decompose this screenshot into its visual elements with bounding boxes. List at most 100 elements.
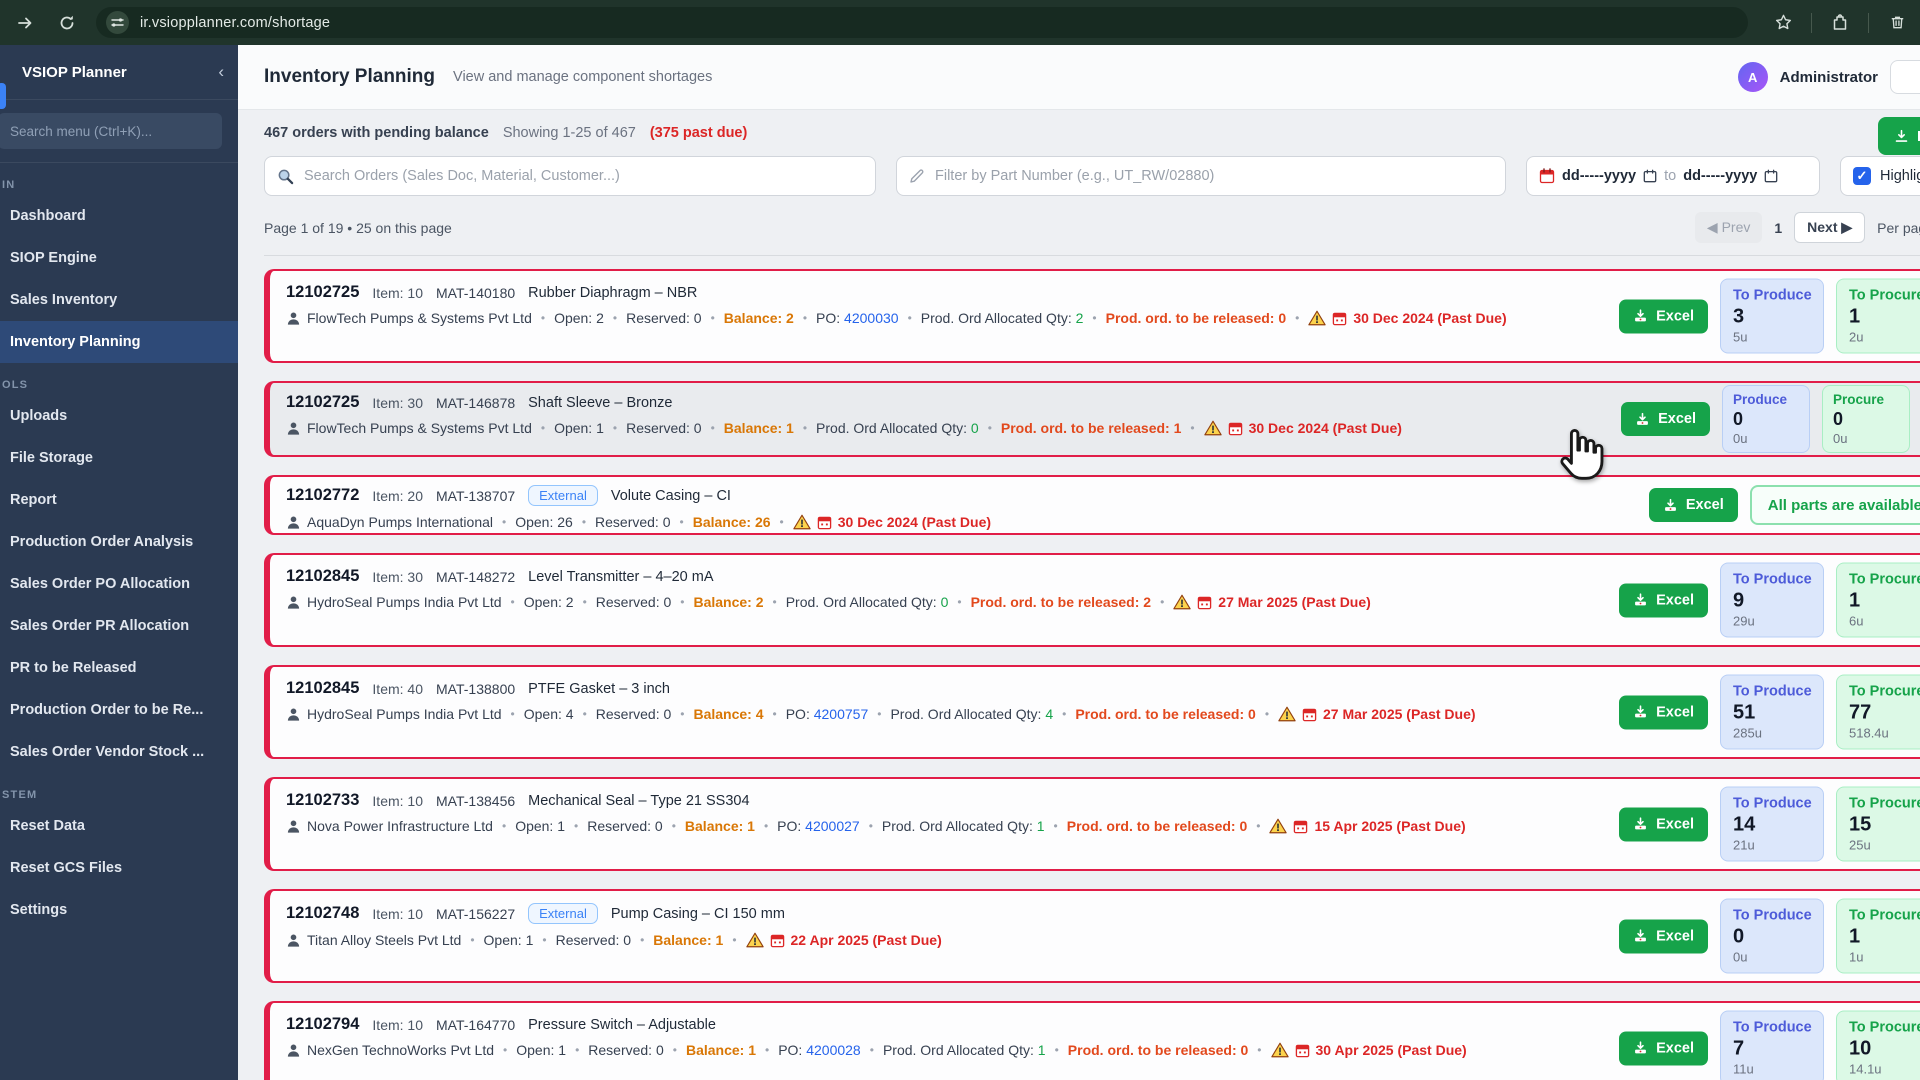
- part-filter-input[interactable]: [935, 168, 1493, 184]
- search-orders-input[interactable]: [304, 168, 863, 184]
- sidebar-item-reset-data[interactable]: Reset Data: [0, 805, 238, 847]
- order-card[interactable]: 12102794 Item: 10 MAT-164770 Pressure Switc…: [264, 1001, 1920, 1080]
- allocated-qty-field: Prod. Ord Allocated Qty: 0: [786, 594, 949, 610]
- sidebar-item-dashboard[interactable]: Dashboard: [0, 195, 238, 237]
- po-number[interactable]: 4200028: [806, 1042, 861, 1058]
- sidebar-item-sales-order-pr-allocation[interactable]: Sales Order PR Allocation: [0, 605, 238, 647]
- prev-page-button[interactable]: ◀ Prev: [1694, 212, 1763, 243]
- excel-export-button[interactable]: Excel: [1619, 1031, 1708, 1065]
- to-procure-badge-units: 518.4u: [1849, 725, 1889, 741]
- date-range-box[interactable]: dd-----yyyy to dd-----yyyy: [1526, 156, 1820, 196]
- order-actions: Excel To Produce 14 21u To Procure 15 25u: [1619, 786, 1920, 862]
- order-card[interactable]: 12102845 Item: 40 MAT-138800 PTFE Gasket – …: [264, 665, 1920, 759]
- sidebar-item-production-order-to-be-re[interactable]: Production Order to be Re...: [0, 689, 238, 731]
- sidebar-item-sales-order-po-allocation[interactable]: Sales Order PO Allocation: [0, 563, 238, 605]
- sidebar-item-settings[interactable]: Settings: [0, 889, 238, 931]
- excel-export-button[interactable]: Excel: [1619, 807, 1708, 841]
- po-number[interactable]: 4200027: [805, 818, 860, 834]
- forward-icon[interactable]: [12, 10, 38, 36]
- sidebar-search-input[interactable]: [0, 113, 222, 149]
- to-produce-badge: To Produce 3 5u: [1720, 278, 1824, 354]
- download-button[interactable]: Download: [1878, 117, 1920, 155]
- sidebar-item-report[interactable]: Report: [0, 479, 238, 521]
- sidebar-item-sales-order-vendor-stock[interactable]: Sales Order Vendor Stock ...: [0, 731, 238, 773]
- to-be-released-qty: Prod. ord. to be released: 0: [1067, 1042, 1249, 1058]
- separator-dot: •: [907, 311, 912, 325]
- part-filter-box[interactable]: [896, 156, 1506, 196]
- due-date: 27 Mar 2025 (Past Due): [1173, 594, 1371, 610]
- excel-export-button[interactable]: Excel: [1619, 919, 1708, 953]
- sidebar-item-file-storage[interactable]: File Storage: [0, 437, 238, 479]
- sidebar-header: VSIOP Planner ‹: [0, 45, 238, 100]
- order-card[interactable]: 12102733 Item: 10 MAT-138456 Mechanical Sea…: [264, 777, 1920, 871]
- date-from-value[interactable]: dd-----yyyy: [1562, 168, 1636, 184]
- extension-icon[interactable]: [1827, 10, 1853, 36]
- orders-count: 467 orders with pending balance: [264, 125, 489, 141]
- calendar-red-icon: [817, 516, 831, 529]
- due-date: 30 Apr 2025 (Past Due): [1270, 1042, 1467, 1058]
- material-description: Pump Casing – CI 150 mm: [610, 905, 785, 922]
- trash-icon[interactable]: [1884, 10, 1910, 36]
- order-card[interactable]: 12102845 Item: 30 MAT-148272 Level Transmit…: [264, 553, 1920, 647]
- avatar[interactable]: A: [1737, 62, 1768, 92]
- balance-qty: Balance: 1: [723, 420, 794, 436]
- url-text[interactable]: ir.vsiopplanner.com/shortage: [140, 15, 330, 31]
- order-card[interactable]: 12102725 Item: 10 MAT-140180 Rubber Diaphra…: [264, 269, 1920, 363]
- page-subtitle: View and manage component shortages: [453, 69, 713, 85]
- site-settings-icon[interactable]: [106, 11, 129, 34]
- excel-export-button[interactable]: Excel: [1619, 695, 1708, 729]
- page-title: Inventory Planning: [264, 66, 436, 87]
- sidebar-item-pr-to-be-released[interactable]: PR to be Released: [0, 647, 238, 689]
- material-code: MAT-156227: [436, 905, 516, 922]
- calendar-icon[interactable]: [1764, 169, 1778, 183]
- sidebar-item-siop-engine[interactable]: SIOP Engine: [0, 237, 238, 279]
- separator-dot: •: [503, 1043, 508, 1057]
- order-card[interactable]: 12102748 Item: 10 MAT-156227 External Pump C…: [264, 889, 1920, 983]
- material-description: Pressure Switch – Adjustable: [528, 1016, 716, 1033]
- order-card[interactable]: 12102772 Item: 20 MAT-138707 External Volute…: [264, 475, 1920, 535]
- order-actions: Excel To Produce 51 285u To Procure 77 518.4u: [1619, 674, 1920, 750]
- excel-export-button[interactable]: Excel: [1621, 402, 1710, 436]
- order-actions: Excel To Produce 9 29u To Procure 1 6u: [1619, 562, 1920, 638]
- separator-dot: •: [540, 421, 546, 435]
- bookmark-star-icon[interactable]: [1770, 10, 1796, 36]
- sidebar-item-sales-inventory[interactable]: Sales Inventory: [0, 279, 238, 321]
- person-icon: [287, 708, 300, 721]
- sidebar-item-uploads[interactable]: Uploads: [0, 395, 238, 437]
- sidebar-item-production-order-analysis[interactable]: Production Order Analysis: [0, 521, 238, 563]
- excel-label: Excel: [1658, 411, 1696, 427]
- highlight-toggle-box[interactable]: ✓ Highlight: [1840, 156, 1920, 196]
- reload-icon[interactable]: [54, 10, 80, 36]
- to-produce-badge: Produce 0 0u: [1722, 385, 1810, 453]
- to-procure-badge: To Procure 1 1u: [1836, 898, 1920, 974]
- next-page-button[interactable]: Next ▶: [1794, 212, 1866, 243]
- po-number[interactable]: 4200030: [844, 310, 899, 326]
- excel-export-icon: [1635, 593, 1647, 606]
- excel-export-button[interactable]: Excel: [1648, 488, 1738, 522]
- material-description: Shaft Sleeve – Bronze: [528, 394, 673, 411]
- sidebar-item-inventory-planning[interactable]: Inventory Planning: [0, 321, 238, 363]
- po-number[interactable]: 4200757: [814, 706, 869, 722]
- excel-export-button[interactable]: Excel: [1619, 583, 1708, 617]
- order-actions: Excel Produce 0 0u Procure 0 0u: [1621, 385, 1910, 453]
- checkbox-checked-icon[interactable]: ✓: [1853, 167, 1871, 185]
- separator-dot: •: [802, 311, 808, 325]
- collapse-sidebar-icon[interactable]: ‹: [218, 62, 224, 82]
- address-bar[interactable]: ir.vsiopplanner.com/shortage: [96, 7, 1748, 38]
- pencil-icon: [910, 169, 924, 183]
- sidebar-item-reset-gcs-files[interactable]: Reset GCS Files: [0, 847, 238, 889]
- sidebar-divider: [0, 162, 238, 163]
- warning-icon: [1269, 818, 1288, 834]
- search-orders-box[interactable]: [264, 156, 876, 196]
- header-button-clipped[interactable]: [1890, 60, 1920, 94]
- main-area: Inventory Planning View and manage compo…: [238, 45, 1920, 1080]
- order-card[interactable]: 12102725 Item: 30 MAT-146878 Shaft Sleeve –…: [264, 381, 1920, 457]
- date-to-value[interactable]: dd-----yyyy: [1683, 168, 1757, 184]
- to-procure-badge-units: 2u: [1849, 329, 1864, 345]
- excel-export-button[interactable]: Excel: [1619, 299, 1708, 333]
- logo-fragment: [0, 83, 6, 109]
- warning-icon: [1308, 310, 1327, 326]
- calendar-icon[interactable]: [1643, 169, 1657, 183]
- to-procure-badge-value: 77: [1849, 701, 1872, 724]
- reserved-qty: Reserved: 0: [587, 818, 663, 834]
